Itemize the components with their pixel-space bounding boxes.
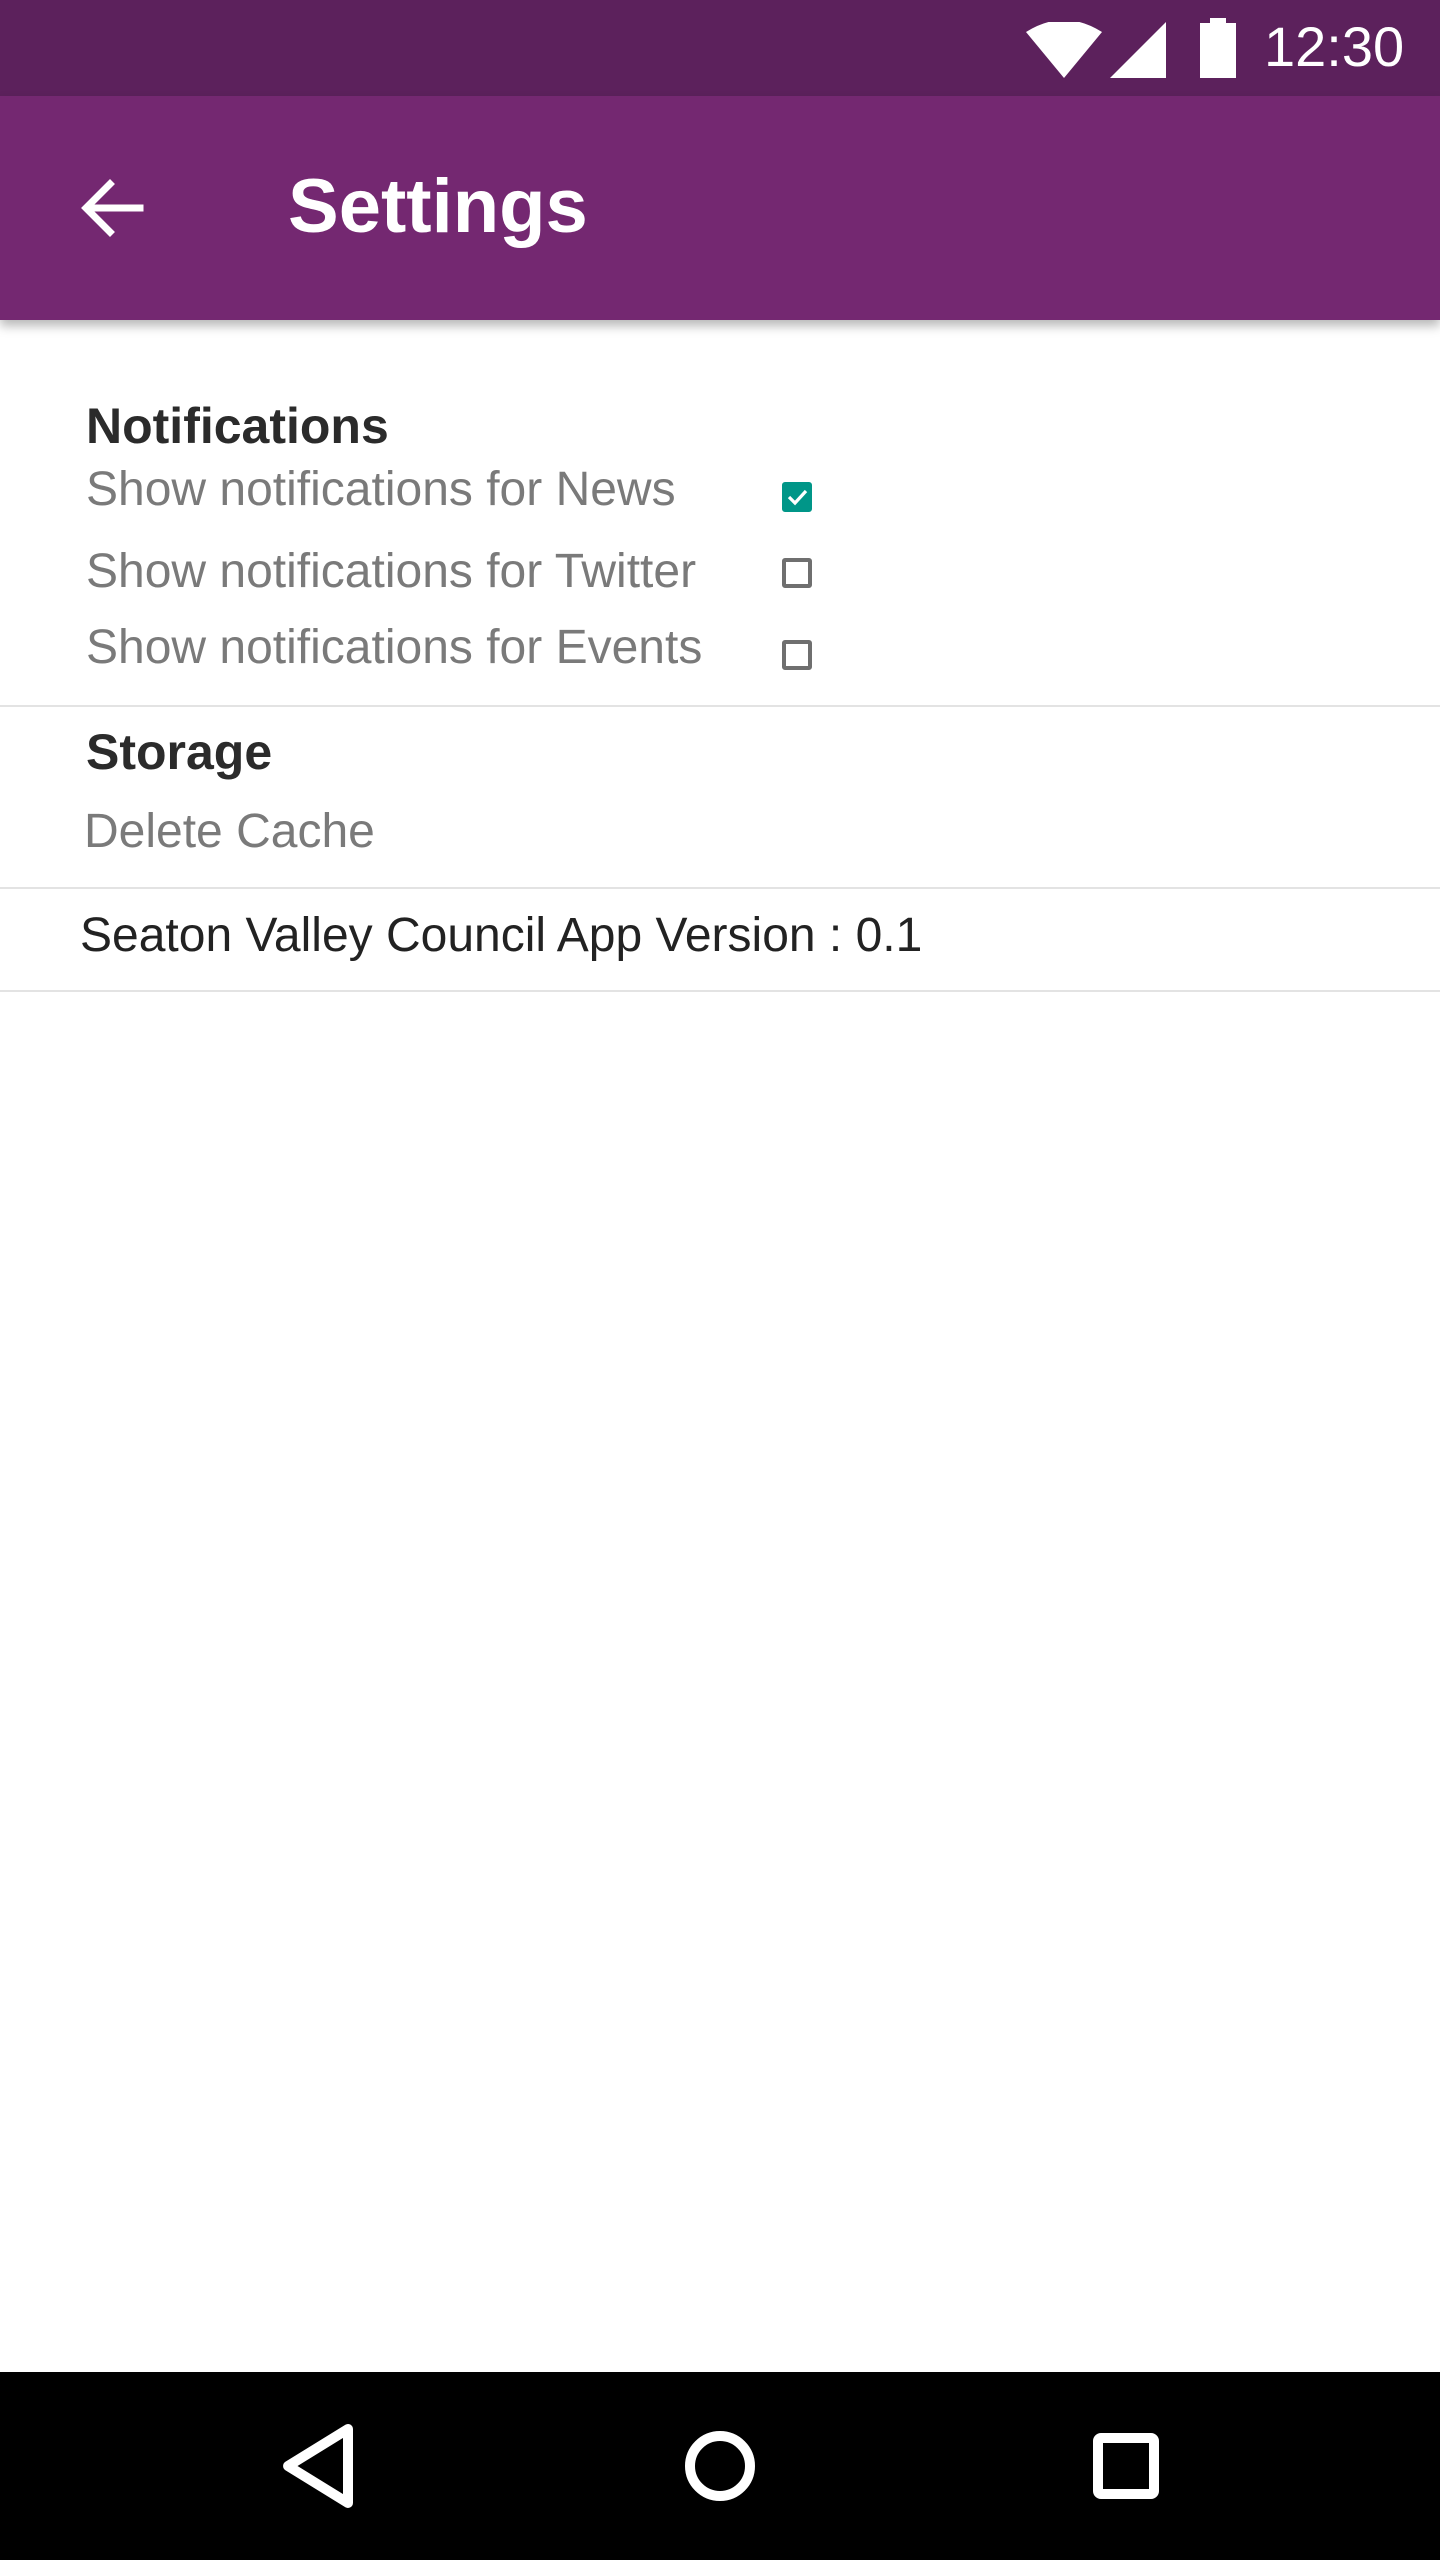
pref-label-events: Show notifications for Events xyxy=(86,621,703,674)
arrow-back-icon xyxy=(81,179,144,237)
battery-icon xyxy=(1200,18,1236,78)
navigation-bar xyxy=(0,2372,1440,2560)
pref-row-events[interactable]: Show notifications for Events xyxy=(0,618,860,696)
nav-back-button[interactable] xyxy=(260,2406,380,2526)
divider xyxy=(0,990,1440,992)
pref-row-twitter[interactable]: Show notifications for Twitter xyxy=(0,542,860,620)
check-icon xyxy=(787,489,808,506)
status-time: 12:30 xyxy=(1264,15,1405,78)
pref-row-news[interactable]: Show notifications for News xyxy=(0,460,860,538)
nav-home-icon xyxy=(685,2431,755,2501)
nav-back-icon xyxy=(283,2424,353,2508)
divider xyxy=(0,887,1440,889)
notifications-header: Notifications xyxy=(86,398,389,454)
storage-header: Storage xyxy=(86,724,273,780)
app-bar: Settings xyxy=(0,96,1440,320)
pref-label-twitter: Show notifications for Twitter xyxy=(86,545,697,598)
nav-recents-button[interactable] xyxy=(1066,2406,1186,2526)
delete-cache-item[interactable]: Delete Cache xyxy=(0,788,1440,884)
wifi-icon xyxy=(1026,22,1102,78)
back-button[interactable] xyxy=(56,152,168,264)
events-checkbox[interactable] xyxy=(782,640,812,670)
status-bar: 12:30 xyxy=(0,0,1440,96)
page-title: Settings xyxy=(288,164,588,249)
signal-icon xyxy=(1110,22,1166,78)
settings-screen: 12:30 Settings Notifications Show notifi… xyxy=(0,0,1440,2560)
delete-cache-label: Delete Cache xyxy=(84,805,375,858)
pref-label-news: Show notifications for News xyxy=(86,463,676,516)
app-version-text: Seaton Valley Council App Version : 0.1 xyxy=(80,909,923,962)
nav-home-button[interactable] xyxy=(660,2406,780,2526)
nav-recents-icon xyxy=(1093,2433,1159,2499)
twitter-checkbox[interactable] xyxy=(782,558,812,588)
news-checkbox[interactable] xyxy=(782,482,812,512)
divider xyxy=(0,705,1440,707)
